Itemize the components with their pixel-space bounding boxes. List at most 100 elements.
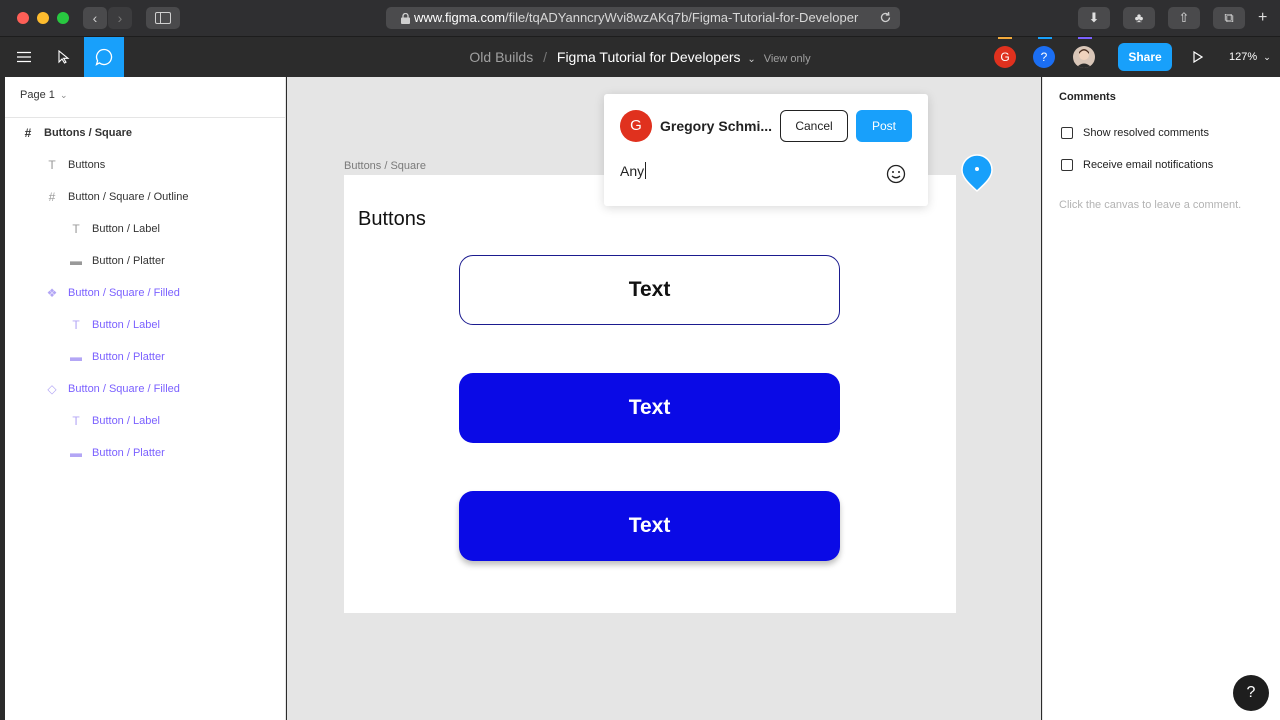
layer-label: Button / Platter [92,447,165,459]
layer-item[interactable]: T Button / Label [68,405,286,437]
chevron-down-icon: ⌄ [1263,52,1271,62]
filled-button[interactable]: Text [459,373,840,443]
file-name[interactable]: Figma Tutorial for Developers [557,49,741,65]
url-path: /file/tqADYanncryWvi8wzAKq7b/Figma-Tutor… [505,10,859,25]
person-icon [1076,49,1092,68]
present-button[interactable] [1178,37,1218,77]
new-tab-button[interactable]: + [1258,9,1267,27]
minimize-window-button[interactable] [37,12,49,24]
tabs-icon: ⧉ [1224,10,1234,25]
comment-author: Gregory Schmi... [660,118,773,134]
emoji-icon[interactable] [884,162,908,186]
tabs-overview-button[interactable]: ⧉ [1213,7,1245,29]
email-notifications-label[interactable]: Receive email notifications [1083,159,1213,171]
rectangle-icon: ▬ [70,350,82,364]
rectangle-icon: ▬ [70,254,82,268]
layer-item[interactable]: ◇ Button / Square / Filled [44,373,286,405]
layer-item[interactable]: # Buttons / Square [20,117,286,149]
breadcrumb-separator: / [543,49,547,65]
page-name: Page 1 [20,89,55,101]
reload-icon[interactable] [879,11,892,24]
sidebar-toggle-button[interactable] [146,7,180,29]
plus-icon: + [1258,9,1268,26]
presence-indicator [1078,37,1092,39]
zoom-window-button[interactable] [57,12,69,24]
layer-label: Button / Label [92,223,160,235]
help-button[interactable]: ? [1233,675,1269,711]
extension-button[interactable]: ♣ [1123,7,1155,29]
layers-panel: Page 1 ⌄ # Buttons / Square T Buttons # … [5,77,286,720]
layer-label: Button / Platter [92,351,165,363]
frame-heading[interactable]: Buttons [358,208,426,231]
post-button[interactable]: Post [856,110,912,142]
lock-icon [401,13,410,24]
download-icon: ⬇ [1088,10,1100,25]
collaborator-avatar[interactable] [1073,46,1095,68]
sidebar-icon [155,12,171,24]
layer-label: Buttons [68,159,106,171]
button-label: Text [628,514,671,537]
email-notifications-checkbox[interactable] [1061,159,1073,171]
layer-label: Button / Square / Filled [68,383,180,395]
layer-label: Button / Label [92,319,160,331]
show-resolved-label[interactable]: Show resolved comments [1083,127,1209,139]
text-icon: T [72,318,80,332]
view-mode-label: View only [763,53,811,65]
panel-title: Comments [1059,91,1116,103]
component-icon: ❖ [46,286,58,300]
frame-icon: # [48,190,56,204]
user-avatar[interactable]: G [994,46,1016,68]
forward-button[interactable]: › [108,7,132,29]
frame-title[interactable]: Buttons / Square [344,160,426,172]
zoom-control[interactable]: 127% ⌄ [1229,37,1271,77]
breadcrumb-project[interactable]: Old Builds [469,49,533,65]
layer-item[interactable]: ▬ Button / Platter [68,245,286,277]
comment-composer: G Gregory Schmi... Cancel Post Any [604,94,928,206]
layer-item[interactable]: # Button / Square / Outline [44,181,286,213]
address-bar[interactable]: www.figma.com/file/tqADYanncryWvi8wzAKq7… [386,7,900,29]
extension-icon: ♣ [1134,10,1144,25]
layer-item[interactable]: ▬ Button / Platter [68,437,286,469]
frame[interactable]: Buttons Text Text Text [344,175,956,613]
comment-input[interactable]: Any [620,160,860,182]
layer-item[interactable]: ❖ Button / Square / Filled [44,277,286,309]
text-icon: T [72,222,80,236]
layer-item[interactable]: T Buttons [44,149,286,181]
presence-indicator [998,37,1012,39]
share-page-button[interactable]: ⇧ [1168,7,1200,29]
presence-indicator [1038,37,1052,39]
browser-toolbar: ‹ › www.figma.com/file/tqADYanncryWvi8wz… [0,0,1280,37]
chevron-right-icon: › [117,10,123,26]
layer-label: Button / Platter [92,255,165,267]
help-avatar[interactable]: ? [1033,46,1055,68]
layer-item[interactable]: T Button / Label [68,213,286,245]
text-caret [645,162,647,179]
back-button[interactable]: ‹ [83,7,107,29]
cancel-button[interactable]: Cancel [780,110,848,142]
button-label: Text [628,396,671,419]
layer-label: Buttons / Square [44,127,133,139]
text-icon: T [48,158,56,172]
comment-pin-icon[interactable] [960,153,994,193]
show-resolved-checkbox[interactable] [1061,127,1073,139]
share-button[interactable]: Share [1118,43,1172,71]
downloads-button[interactable]: ⬇ [1078,7,1110,29]
chevron-down-icon[interactable]: ⌄ [747,54,755,65]
layer-item[interactable]: ▬ Button / Platter [68,341,286,373]
chevron-left-icon: ‹ [92,10,98,26]
canvas[interactable]: Buttons / Square Buttons Text Text Text … [287,77,1041,720]
filled-button-shadow[interactable]: Text [459,491,840,561]
outline-button[interactable]: Text [459,255,840,325]
comment-input-value: Any [620,163,645,179]
rectangle-icon: ▬ [70,446,82,460]
figma-toolbar: Old Builds / Figma Tutorial for Develope… [0,37,1280,77]
instance-icon: ◇ [47,382,57,396]
text-icon: T [72,414,80,428]
comments-panel: Comments Show resolved comments Receive … [1042,77,1280,720]
share-icon: ⇧ [1178,10,1190,25]
zoom-level: 127% [1229,51,1258,63]
layer-label: Button / Square / Filled [68,287,180,299]
close-window-button[interactable] [17,12,29,24]
page-selector[interactable]: Page 1 ⌄ [20,89,67,101]
layer-item[interactable]: T Button / Label [68,309,286,341]
